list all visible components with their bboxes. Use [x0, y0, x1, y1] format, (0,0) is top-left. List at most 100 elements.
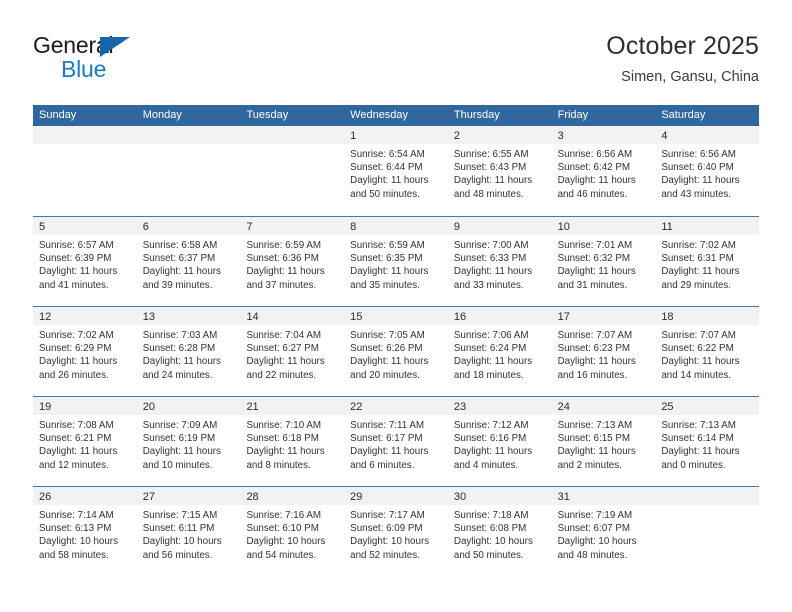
- day-details: Sunrise: 7:11 AM Sunset: 6:17 PM Daylight:…: [344, 415, 448, 472]
- day-cell[interactable]: 4 Sunrise: 6:56 AM Sunset: 6:40 PM Daylight…: [655, 126, 760, 216]
- day-cell[interactable]: 7 Sunrise: 6:59 AM Sunset: 6:36 PM Daylight…: [240, 217, 345, 306]
- day-number-band: 9: [447, 217, 552, 235]
- daylight-text-line2: and 6 minutes.: [350, 459, 415, 471]
- day-cell[interactable]: 11 Sunrise: 7:02 AM Sunset: 6:31 PM Dayligh…: [655, 217, 760, 306]
- sunrise-text: Sunrise: 7:02 AM: [39, 330, 114, 341]
- day-cell[interactable]: 29 Sunrise: 7:17 AM Sunset: 6:09 PM Dayligh…: [344, 487, 448, 576]
- day-number-band: 20: [136, 397, 241, 415]
- sunrise-text: Sunrise: 7:02 AM: [661, 240, 736, 251]
- day-cell[interactable]: 10 Sunrise: 7:01 AM Sunset: 6:32 PM Dayligh…: [551, 217, 656, 306]
- day-number: 7: [246, 221, 253, 233]
- day-cell[interactable]: 2 Sunrise: 6:55 AM Sunset: 6:43 PM Daylight…: [447, 126, 552, 216]
- day-details: Sunrise: 7:06 AM Sunset: 6:24 PM Daylight:…: [448, 325, 552, 382]
- day-cell[interactable]: 13 Sunrise: 7:03 AM Sunset: 6:28 PM Dayligh…: [136, 307, 241, 396]
- day-number: 26: [39, 491, 52, 503]
- day-number: 25: [661, 401, 674, 413]
- sunrise-text: Sunrise: 7:09 AM: [142, 420, 218, 431]
- day-details: Sunrise: 7:07 AM Sunset: 6:22 PM Daylight:…: [655, 325, 759, 382]
- sunset-text: Sunset: 6:32 PM: [557, 253, 631, 265]
- daylight-text-line1: Daylight: 11 hours: [453, 446, 533, 458]
- calendar-week-row: 5 Sunrise: 6:57 AM Sunset: 6:39 PM Daylight…: [33, 216, 760, 306]
- day-number-band: 15: [344, 307, 448, 325]
- sunset-text: Sunset: 6:22 PM: [661, 343, 734, 355]
- day-cell[interactable]: 5 Sunrise: 6:57 AM Sunset: 6:39 PM Daylight…: [33, 217, 137, 306]
- day-number-band: 29: [344, 487, 448, 505]
- day-details: Sunrise: 7:10 AM Sunset: 6:18 PM Daylight:…: [240, 415, 344, 472]
- daylight-text-line1: Daylight: 11 hours: [661, 446, 740, 458]
- day-cell[interactable]: 15 Sunrise: 7:05 AM Sunset: 6:26 PM Dayligh…: [344, 307, 448, 396]
- daylight-text-line2: and 18 minutes.: [453, 369, 524, 381]
- day-cell[interactable]: 1 Sunrise: 6:54 AM Sunset: 6:44 PM Daylight…: [344, 126, 448, 216]
- daylight-text-line1: Daylight: 11 hours: [557, 266, 636, 278]
- day-number-band: 28: [240, 487, 345, 505]
- sunset-text: Sunset: 6:40 PM: [661, 162, 734, 174]
- day-cell[interactable]: 25 Sunrise: 7:13 AM Sunset: 6:14 PM Dayligh…: [655, 397, 760, 486]
- day-cell[interactable]: 16 Sunrise: 7:06 AM Sunset: 6:24 PM Dayligh…: [447, 307, 552, 396]
- weekday-header-thursday: Thursday: [453, 109, 500, 121]
- day-cell[interactable]: 9 Sunrise: 7:00 AM Sunset: 6:33 PM Daylight…: [447, 217, 552, 306]
- sunrise-text: Sunrise: 6:58 AM: [142, 240, 218, 251]
- sunset-text: Sunset: 6:18 PM: [246, 433, 319, 445]
- page-subtitle: Simen, Gansu, China: [621, 69, 759, 85]
- day-cell[interactable]: 26 Sunrise: 7:14 AM Sunset: 6:13 PM Dayligh…: [33, 487, 137, 576]
- day-cell[interactable]: 24 Sunrise: 7:13 AM Sunset: 6:15 PM Dayligh…: [551, 397, 656, 486]
- sunrise-text: Sunrise: 6:54 AM: [350, 149, 425, 160]
- day-cell[interactable]: 21 Sunrise: 7:10 AM Sunset: 6:18 PM Dayligh…: [240, 397, 345, 486]
- day-number-band: 7: [240, 217, 345, 235]
- day-number-band: [655, 487, 760, 505]
- sunset-text: Sunset: 6:31 PM: [661, 253, 734, 265]
- day-details: Sunrise: 7:16 AM Sunset: 6:10 PM Daylight:…: [240, 505, 344, 562]
- day-cell[interactable]: 20 Sunrise: 7:09 AM Sunset: 6:19 PM Dayligh…: [136, 397, 241, 486]
- day-cell[interactable]: 22 Sunrise: 7:11 AM Sunset: 6:17 PM Dayligh…: [344, 397, 448, 486]
- day-number: 24: [557, 401, 570, 413]
- day-number: 3: [557, 130, 564, 142]
- day-number-band: 16: [447, 307, 552, 325]
- daylight-text-line1: Daylight: 11 hours: [142, 446, 221, 458]
- day-number-band: 11: [655, 217, 760, 235]
- day-cell[interactable]: 23 Sunrise: 7:12 AM Sunset: 6:16 PM Dayligh…: [447, 397, 552, 486]
- day-details: Sunrise: 6:54 AM Sunset: 6:44 PM Daylight:…: [344, 144, 448, 201]
- day-cell[interactable]: 12 Sunrise: 7:02 AM Sunset: 6:29 PM Dayligh…: [33, 307, 137, 396]
- sunset-text: Sunset: 6:08 PM: [453, 523, 527, 535]
- day-cell[interactable]: 19 Sunrise: 7:08 AM Sunset: 6:21 PM Dayligh…: [33, 397, 137, 486]
- day-cell[interactable]: 30 Sunrise: 7:18 AM Sunset: 6:08 PM Dayligh…: [447, 487, 552, 576]
- sunrise-text: Sunrise: 7:03 AM: [142, 330, 218, 341]
- sunrise-text: Sunrise: 6:56 AM: [557, 149, 633, 160]
- day-number-band: 23: [447, 397, 552, 415]
- daylight-text-line2: and 26 minutes.: [39, 369, 109, 381]
- daylight-text-line1: Daylight: 11 hours: [350, 356, 429, 368]
- daylight-text-line1: Daylight: 11 hours: [142, 356, 221, 368]
- day-cell[interactable]: 14 Sunrise: 7:04 AM Sunset: 6:27 PM Dayligh…: [240, 307, 345, 396]
- daylight-text-line2: and 2 minutes.: [557, 459, 622, 471]
- general-blue-logo[interactable]: General Blue: [33, 32, 223, 92]
- day-cell[interactable]: 31 Sunrise: 7:19 AM Sunset: 6:07 PM Dayligh…: [551, 487, 656, 576]
- daylight-text-line2: and 10 minutes.: [142, 459, 213, 471]
- sunset-text: Sunset: 6:44 PM: [350, 162, 423, 174]
- sunset-text: Sunset: 6:43 PM: [453, 162, 527, 174]
- day-cell[interactable]: 28 Sunrise: 7:16 AM Sunset: 6:10 PM Dayligh…: [240, 487, 345, 576]
- day-cell[interactable]: 6 Sunrise: 6:58 AM Sunset: 6:37 PM Daylight…: [136, 217, 241, 306]
- calendar-week-row: 19 Sunrise: 7:08 AM Sunset: 6:21 PM Dayligh…: [33, 396, 760, 486]
- logo-text-blue: Blue: [61, 56, 107, 82]
- daylight-text-line2: and 14 minutes.: [661, 369, 732, 381]
- calendar-weeks: 1 Sunrise: 6:54 AM Sunset: 6:44 PM Daylight…: [33, 126, 760, 576]
- day-cell[interactable]: 3 Sunrise: 6:56 AM Sunset: 6:42 PM Daylight…: [551, 126, 656, 216]
- sunset-text: Sunset: 6:09 PM: [350, 523, 423, 535]
- day-details: Sunrise: 7:09 AM Sunset: 6:19 PM Daylight:…: [137, 415, 241, 472]
- day-details: Sunrise: 7:00 AM Sunset: 6:33 PM Daylight:…: [448, 235, 552, 292]
- day-cell[interactable]: 27 Sunrise: 7:15 AM Sunset: 6:11 PM Dayligh…: [136, 487, 241, 576]
- day-cell[interactable]: 8 Sunrise: 6:59 AM Sunset: 6:35 PM Daylight…: [344, 217, 448, 306]
- day-number: 15: [350, 311, 363, 323]
- day-cell-empty: [655, 487, 760, 576]
- sunset-text: Sunset: 6:28 PM: [142, 343, 216, 355]
- day-number-band: 12: [33, 307, 137, 325]
- day-cell[interactable]: 17 Sunrise: 7:07 AM Sunset: 6:23 PM Dayligh…: [551, 307, 656, 396]
- day-details: Sunrise: 7:19 AM Sunset: 6:07 PM Daylight:…: [552, 505, 656, 562]
- daylight-text-line1: Daylight: 11 hours: [453, 356, 533, 368]
- daylight-text-line1: Daylight: 11 hours: [39, 356, 118, 368]
- sunrise-text: Sunrise: 7:16 AM: [246, 510, 322, 521]
- day-details: Sunrise: 7:04 AM Sunset: 6:27 PM Daylight:…: [240, 325, 344, 382]
- daylight-text-line1: Daylight: 10 hours: [350, 536, 430, 548]
- day-number-band: 19: [33, 397, 137, 415]
- day-cell[interactable]: 18 Sunrise: 7:07 AM Sunset: 6:22 PM Dayligh…: [655, 307, 760, 396]
